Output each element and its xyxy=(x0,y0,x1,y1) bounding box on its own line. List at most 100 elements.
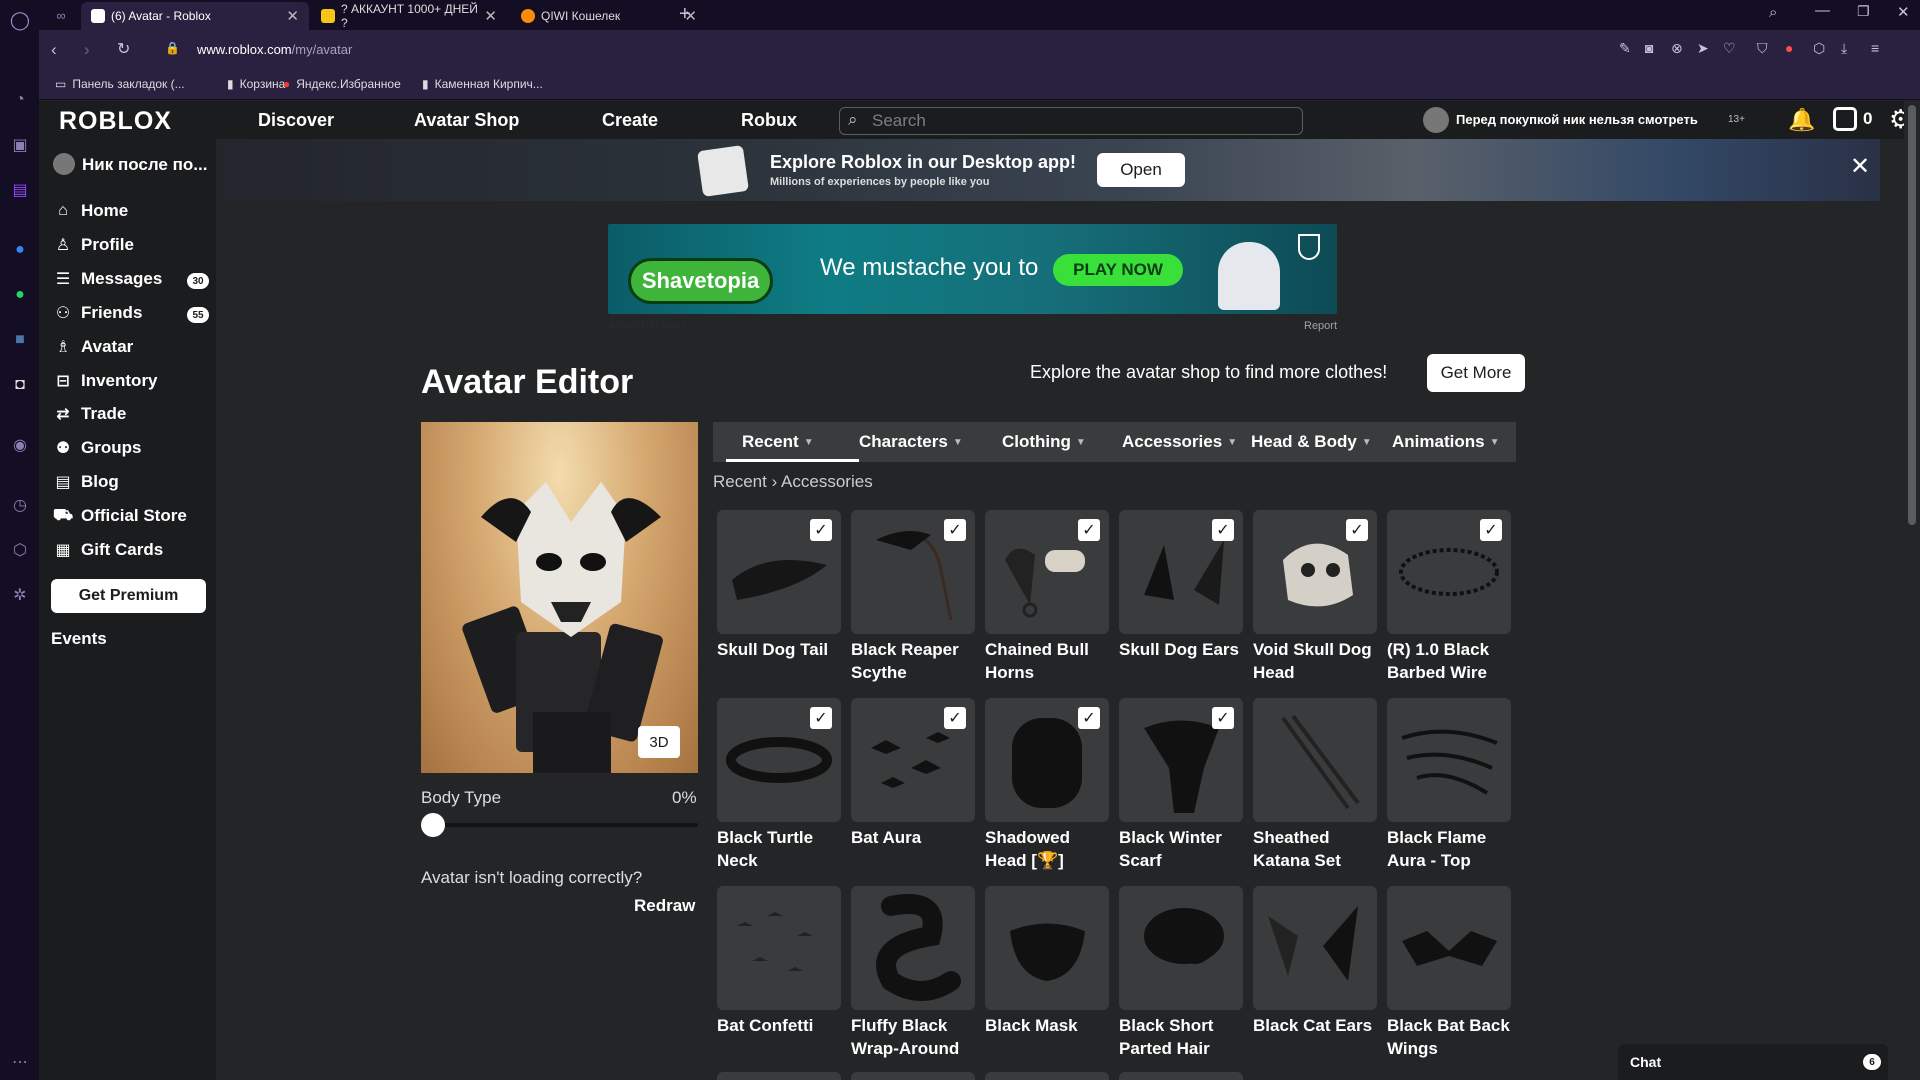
item-name[interactable]: Black Bat Back Wings xyxy=(1387,1014,1515,1060)
opera-logo-icon[interactable]: ◯ xyxy=(8,8,32,32)
item-tile[interactable] xyxy=(717,886,841,1010)
bookmark-yandex[interactable]: ● Яндекс.Избранное xyxy=(283,77,401,91)
easy-setup-icon[interactable]: ≡ xyxy=(1871,40,1879,56)
item-tile[interactable]: ✓ xyxy=(1119,510,1243,634)
new-tab-icon[interactable]: + xyxy=(679,3,691,26)
sidebar-item-events[interactable]: Events xyxy=(51,629,107,649)
close-icon[interactable]: ✕ xyxy=(1850,152,1870,181)
robux-icon[interactable] xyxy=(1833,107,1857,131)
header-username[interactable]: Перед покупкой ник нельзя смотреть xyxy=(1456,112,1698,127)
item-name[interactable]: Bat Confetti xyxy=(717,1014,845,1037)
chat-bar[interactable]: Chat 6 xyxy=(1618,1044,1888,1080)
extension-icon[interactable]: ● xyxy=(1785,40,1793,56)
item-tile[interactable]: ✓ xyxy=(985,510,1109,634)
item-name[interactable]: Black Mask xyxy=(985,1014,1113,1037)
check-icon[interactable]: ✓ xyxy=(1078,707,1100,729)
sidebar-item-profile[interactable]: ♙ Profile xyxy=(53,232,134,258)
item-name[interactable]: Chained Bull Horns xyxy=(985,638,1113,684)
scrollbar-thumb[interactable] xyxy=(1908,105,1916,525)
close-tab-icon[interactable]: ✕ xyxy=(286,7,299,25)
avatar-preview[interactable]: 3D xyxy=(421,422,698,773)
item-name[interactable]: Black Cat Ears xyxy=(1253,1014,1381,1037)
robux-count[interactable]: 0 xyxy=(1863,109,1872,129)
settings-icon[interactable]: ✲ xyxy=(8,583,32,607)
item-name[interactable]: Bat Aura xyxy=(851,826,979,849)
item-tile[interactable]: ✓ xyxy=(851,510,975,634)
sidebar-item-official-store[interactable]: ⛟ Official Store xyxy=(53,503,187,529)
item-name[interactable]: Skull Dog Ears xyxy=(1119,638,1247,661)
search-input[interactable] xyxy=(872,111,1302,131)
forward-icon[interactable]: › xyxy=(84,40,90,60)
check-icon[interactable]: ✓ xyxy=(1078,519,1100,541)
sidebar-item-friends[interactable]: ⚇ Friends xyxy=(53,300,143,326)
get-premium-button[interactable]: Get Premium xyxy=(51,579,206,613)
tab-search-icon[interactable]: ⌕ xyxy=(1769,4,1777,21)
player-icon[interactable]: ◉ xyxy=(8,433,32,457)
view-3d-toggle[interactable]: 3D xyxy=(638,726,680,758)
item-tile[interactable] xyxy=(985,886,1109,1010)
ad-report-link[interactable]: Report xyxy=(1304,320,1337,332)
sidebar-item-messages[interactable]: ☰ Messages xyxy=(53,266,162,292)
heart-icon[interactable]: ♡ xyxy=(1723,40,1736,57)
item-tile[interactable] xyxy=(851,886,975,1010)
check-icon[interactable]: ✓ xyxy=(1480,519,1502,541)
sidebar-avatar[interactable] xyxy=(53,153,75,175)
body-type-slider-track[interactable] xyxy=(421,823,698,827)
breadcrumb-recent[interactable]: Recent xyxy=(713,472,767,491)
twitch-icon[interactable]: ▤ xyxy=(8,178,32,202)
item-tile[interactable] xyxy=(1387,698,1511,822)
tab-characters[interactable]: Characters ▼ xyxy=(859,422,963,462)
vk-icon[interactable]: ■ xyxy=(8,328,32,352)
sidebar-item-inventory[interactable]: ⊟ Inventory xyxy=(53,368,157,394)
adblock-icon[interactable]: ⊗ xyxy=(1671,40,1683,57)
get-more-button[interactable]: Get More xyxy=(1427,354,1525,392)
vpn-shield-icon[interactable]: ⛉ xyxy=(1757,40,1768,57)
ad-play-now-button[interactable]: PLAY NOW xyxy=(1053,254,1183,286)
bookmark-brick[interactable]: ▮ Каменная Кирпич... xyxy=(422,77,543,91)
item-tile[interactable]: ✓ xyxy=(717,698,841,822)
item-name[interactable]: Shadowed Head [🏆] xyxy=(985,826,1113,872)
discord-icon[interactable]: ◘ xyxy=(8,373,32,397)
extensions-icon[interactable]: ⬡ xyxy=(8,538,32,562)
item-tile[interactable] xyxy=(1253,886,1377,1010)
item-name[interactable]: Black Flame Aura - Top xyxy=(1387,826,1515,872)
whatsapp-icon[interactable]: ● xyxy=(8,283,32,307)
item-tile[interactable]: ✓ xyxy=(717,510,841,634)
restore-icon[interactable]: ❐ xyxy=(1857,3,1870,20)
cube-icon[interactable]: ⬡ xyxy=(1813,40,1825,57)
item-name[interactable]: (R) 1.0 Black Barbed Wire xyxy=(1387,638,1515,684)
nav-avatar-shop[interactable]: Avatar Shop xyxy=(414,110,519,131)
tab-head-body[interactable]: Head & Body ▼ xyxy=(1251,422,1372,462)
redraw-link[interactable]: Redraw xyxy=(634,896,695,916)
history-icon[interactable]: ◷ xyxy=(8,493,32,517)
snapshot-icon[interactable]: ✎ xyxy=(1619,40,1631,57)
shopping-icon[interactable]: ▣ xyxy=(8,133,32,157)
check-icon[interactable]: ✓ xyxy=(1212,707,1234,729)
item-name[interactable]: Black Reaper Scythe xyxy=(851,638,979,684)
bookmark-panel[interactable]: ▭ Панель закладок (... xyxy=(55,77,185,91)
item-name[interactable]: Fluffy Black Wrap-Around xyxy=(851,1014,979,1060)
item-tile[interactable]: ✓ xyxy=(1119,698,1243,822)
check-icon[interactable]: ✓ xyxy=(1346,519,1368,541)
more-icon[interactable]: ⋯ xyxy=(8,1050,32,1074)
item-tile[interactable]: ✓ xyxy=(851,698,975,822)
tab-spaces-icon[interactable]: ∞ xyxy=(49,3,73,27)
avatar[interactable] xyxy=(1423,107,1449,133)
sidebar-item-groups[interactable]: ⚉ Groups xyxy=(53,435,142,461)
messenger-icon[interactable]: ● xyxy=(8,238,32,262)
tab-clothing[interactable]: Clothing ▼ xyxy=(1002,422,1086,462)
camera-icon[interactable]: ◙ xyxy=(1645,40,1653,56)
speed-dial-icon[interactable]: ◔ xyxy=(8,88,32,112)
nav-create[interactable]: Create xyxy=(602,110,658,131)
sidebar-item-trade[interactable]: ⇄ Trade xyxy=(53,401,126,427)
item-tile[interactable]: ✓ xyxy=(1253,510,1377,634)
roblox-logo[interactable]: ROBLOX xyxy=(59,107,172,136)
tab-account[interactable]: ? АККАУНТ 1000+ ДНЕЙ ? ✕ xyxy=(311,2,507,30)
item-tile[interactable] xyxy=(1253,698,1377,822)
minimize-icon[interactable]: — xyxy=(1815,2,1830,19)
page-scrollbar[interactable] xyxy=(1904,101,1920,1080)
item-tile[interactable]: ✓ xyxy=(985,698,1109,822)
sidebar-item-gift-cards[interactable]: ▦ Gift Cards xyxy=(53,537,163,563)
sidebar-item-avatar[interactable]: ♗ Avatar xyxy=(53,334,133,360)
item-name[interactable]: Skull Dog Tail xyxy=(717,638,845,661)
